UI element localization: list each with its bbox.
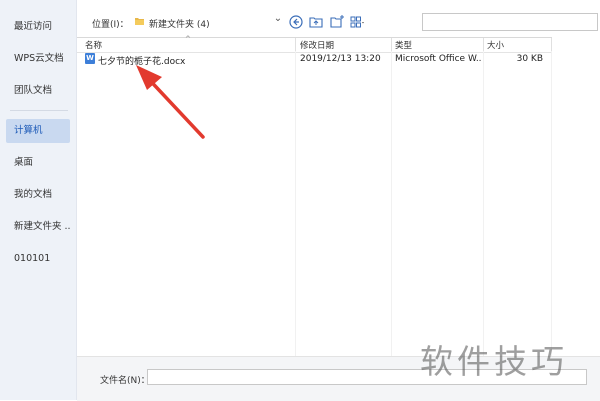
sidebar-item-wps-cloud[interactable]: WPS云文档	[6, 47, 70, 71]
sidebar-item-recent[interactable]: 最近访问	[6, 15, 70, 39]
column-header-size[interactable]: 大小	[487, 39, 504, 51]
sidebar-item-computer[interactable]: 计算机	[6, 119, 70, 143]
column-separator[interactable]	[295, 38, 296, 52]
chevron-down-icon[interactable]: ⌄	[272, 13, 284, 27]
sidebar-item-my-docs[interactable]: 我的文档	[6, 183, 70, 207]
sidebar-item-team-docs[interactable]: 团队文档	[6, 79, 70, 103]
table-row[interactable]: W 七夕节的栀子花.docx 2019/12/13 13:20 Microsof…	[77, 52, 552, 68]
location-path[interactable]: 新建文件夹 (4)	[149, 17, 210, 30]
column-gridline	[483, 51, 484, 356]
word-doc-icon: W	[85, 53, 95, 64]
column-gridline	[295, 51, 296, 356]
column-header-row: 名称 ^ 修改日期 类型 大小	[77, 35, 552, 53]
file-modified: 2019/12/13 13:20	[300, 54, 381, 64]
back-icon[interactable]	[288, 14, 304, 30]
sidebar-item-label: 最近访问	[14, 21, 53, 32]
sidebar-item-label: 计算机	[14, 125, 43, 136]
sidebar-item-010101[interactable]: 010101	[6, 247, 70, 271]
sidebar-item-label: WPS云文档	[14, 53, 64, 64]
filename-label: 文件名(N)：	[100, 376, 150, 386]
column-header-name[interactable]: 名称	[85, 39, 102, 51]
location-label: 位置(I)：	[92, 20, 129, 30]
column-header-modified[interactable]: 修改日期	[300, 39, 334, 51]
sidebar-item-desktop[interactable]: 桌面	[6, 151, 70, 175]
column-header-type[interactable]: 类型	[395, 39, 412, 51]
sidebar: 最近访问 WPS云文档 团队文档 计算机 桌面 我的文档 新建文件夹 ... 0…	[0, 0, 77, 400]
watermark-text: 软件技巧	[420, 342, 568, 381]
sidebar-item-label: 新建文件夹 ...	[14, 221, 70, 232]
sidebar-item-new-folder[interactable]: 新建文件夹 ...	[6, 215, 70, 239]
sidebar-item-label: 我的文档	[14, 189, 53, 200]
folder-icon	[135, 18, 144, 25]
file-name[interactable]: 七夕节的栀子花.docx	[98, 54, 288, 67]
search-input[interactable]	[422, 13, 598, 31]
column-gridline	[391, 51, 392, 356]
file-type: Microsoft Office W...	[395, 54, 481, 64]
sidebar-divider	[10, 110, 68, 111]
file-size: 30 KB	[516, 54, 543, 64]
column-separator[interactable]	[391, 38, 392, 52]
sidebar-item-label: 桌面	[14, 157, 34, 168]
view-menu-icon[interactable]	[349, 14, 365, 30]
toolbar: 位置(I)： 新建文件夹 (4) ⌄	[77, 10, 600, 36]
column-separator[interactable]	[483, 38, 484, 52]
sort-caret-icon: ^	[185, 35, 191, 43]
sidebar-item-label: 团队文档	[14, 85, 53, 96]
up-folder-icon[interactable]	[308, 14, 324, 30]
column-separator[interactable]	[551, 38, 552, 52]
column-gridline	[551, 51, 552, 356]
sidebar-item-label: 010101	[14, 253, 51, 264]
new-folder-icon[interactable]	[329, 14, 345, 30]
